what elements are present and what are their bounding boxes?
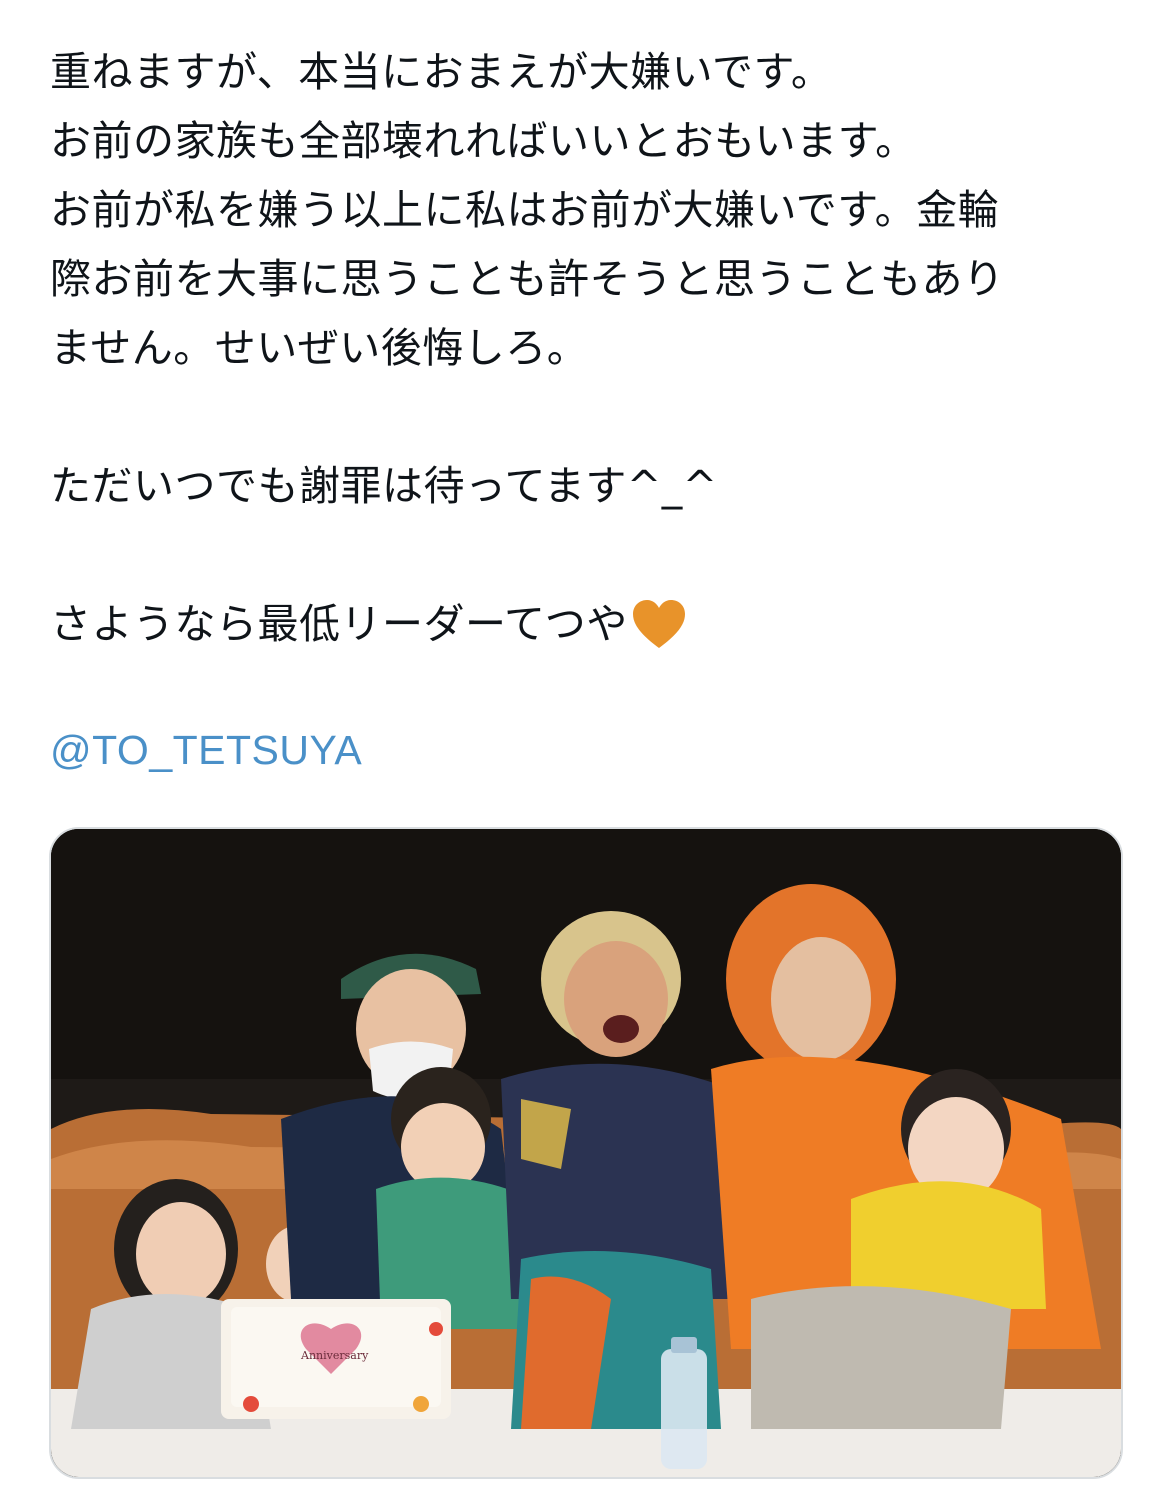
tweet-line-4: 際お前を大事に思うことも許そうと思うこともあり bbox=[50, 255, 1005, 303]
tweet-line-5: ません。せいぜい後悔しろ。 bbox=[50, 324, 589, 372]
group-photo-image: Anniversary bbox=[51, 829, 1121, 1477]
tweet-line-wait: ただいつでも謝罪は待ってます^_^ bbox=[50, 462, 718, 510]
tweet-line-bye-text: さようなら最低リーダーてつや bbox=[50, 600, 628, 648]
tweet-body: 重ねますが、本当におまえが大嫌いです。 お前の家族も全部壊れればいいとおもいます… bbox=[50, 38, 1125, 775]
tweet-text: 重ねますが、本当におまえが大嫌いです。 お前の家族も全部壊れればいいとおもいます… bbox=[50, 38, 1125, 775]
tweet-photo[interactable]: Anniversary bbox=[49, 827, 1123, 1479]
tweet-line-3: お前が私を嫌う以上に私はお前が大嫌いです。金輪 bbox=[50, 186, 1000, 234]
mention-link[interactable]: @TO_TETSUYA bbox=[50, 725, 1125, 775]
tweet-line-1: 重ねますが、本当におまえが大嫌いです。 bbox=[50, 48, 833, 96]
orange-heart-icon bbox=[630, 596, 688, 654]
cake-text: Anniversary bbox=[300, 1349, 369, 1362]
tweet-line-2: お前の家族も全部壊れればいいとおもいます。 bbox=[50, 117, 917, 165]
tweet-line-bye: さようなら最低リーダーてつや bbox=[50, 590, 1125, 659]
